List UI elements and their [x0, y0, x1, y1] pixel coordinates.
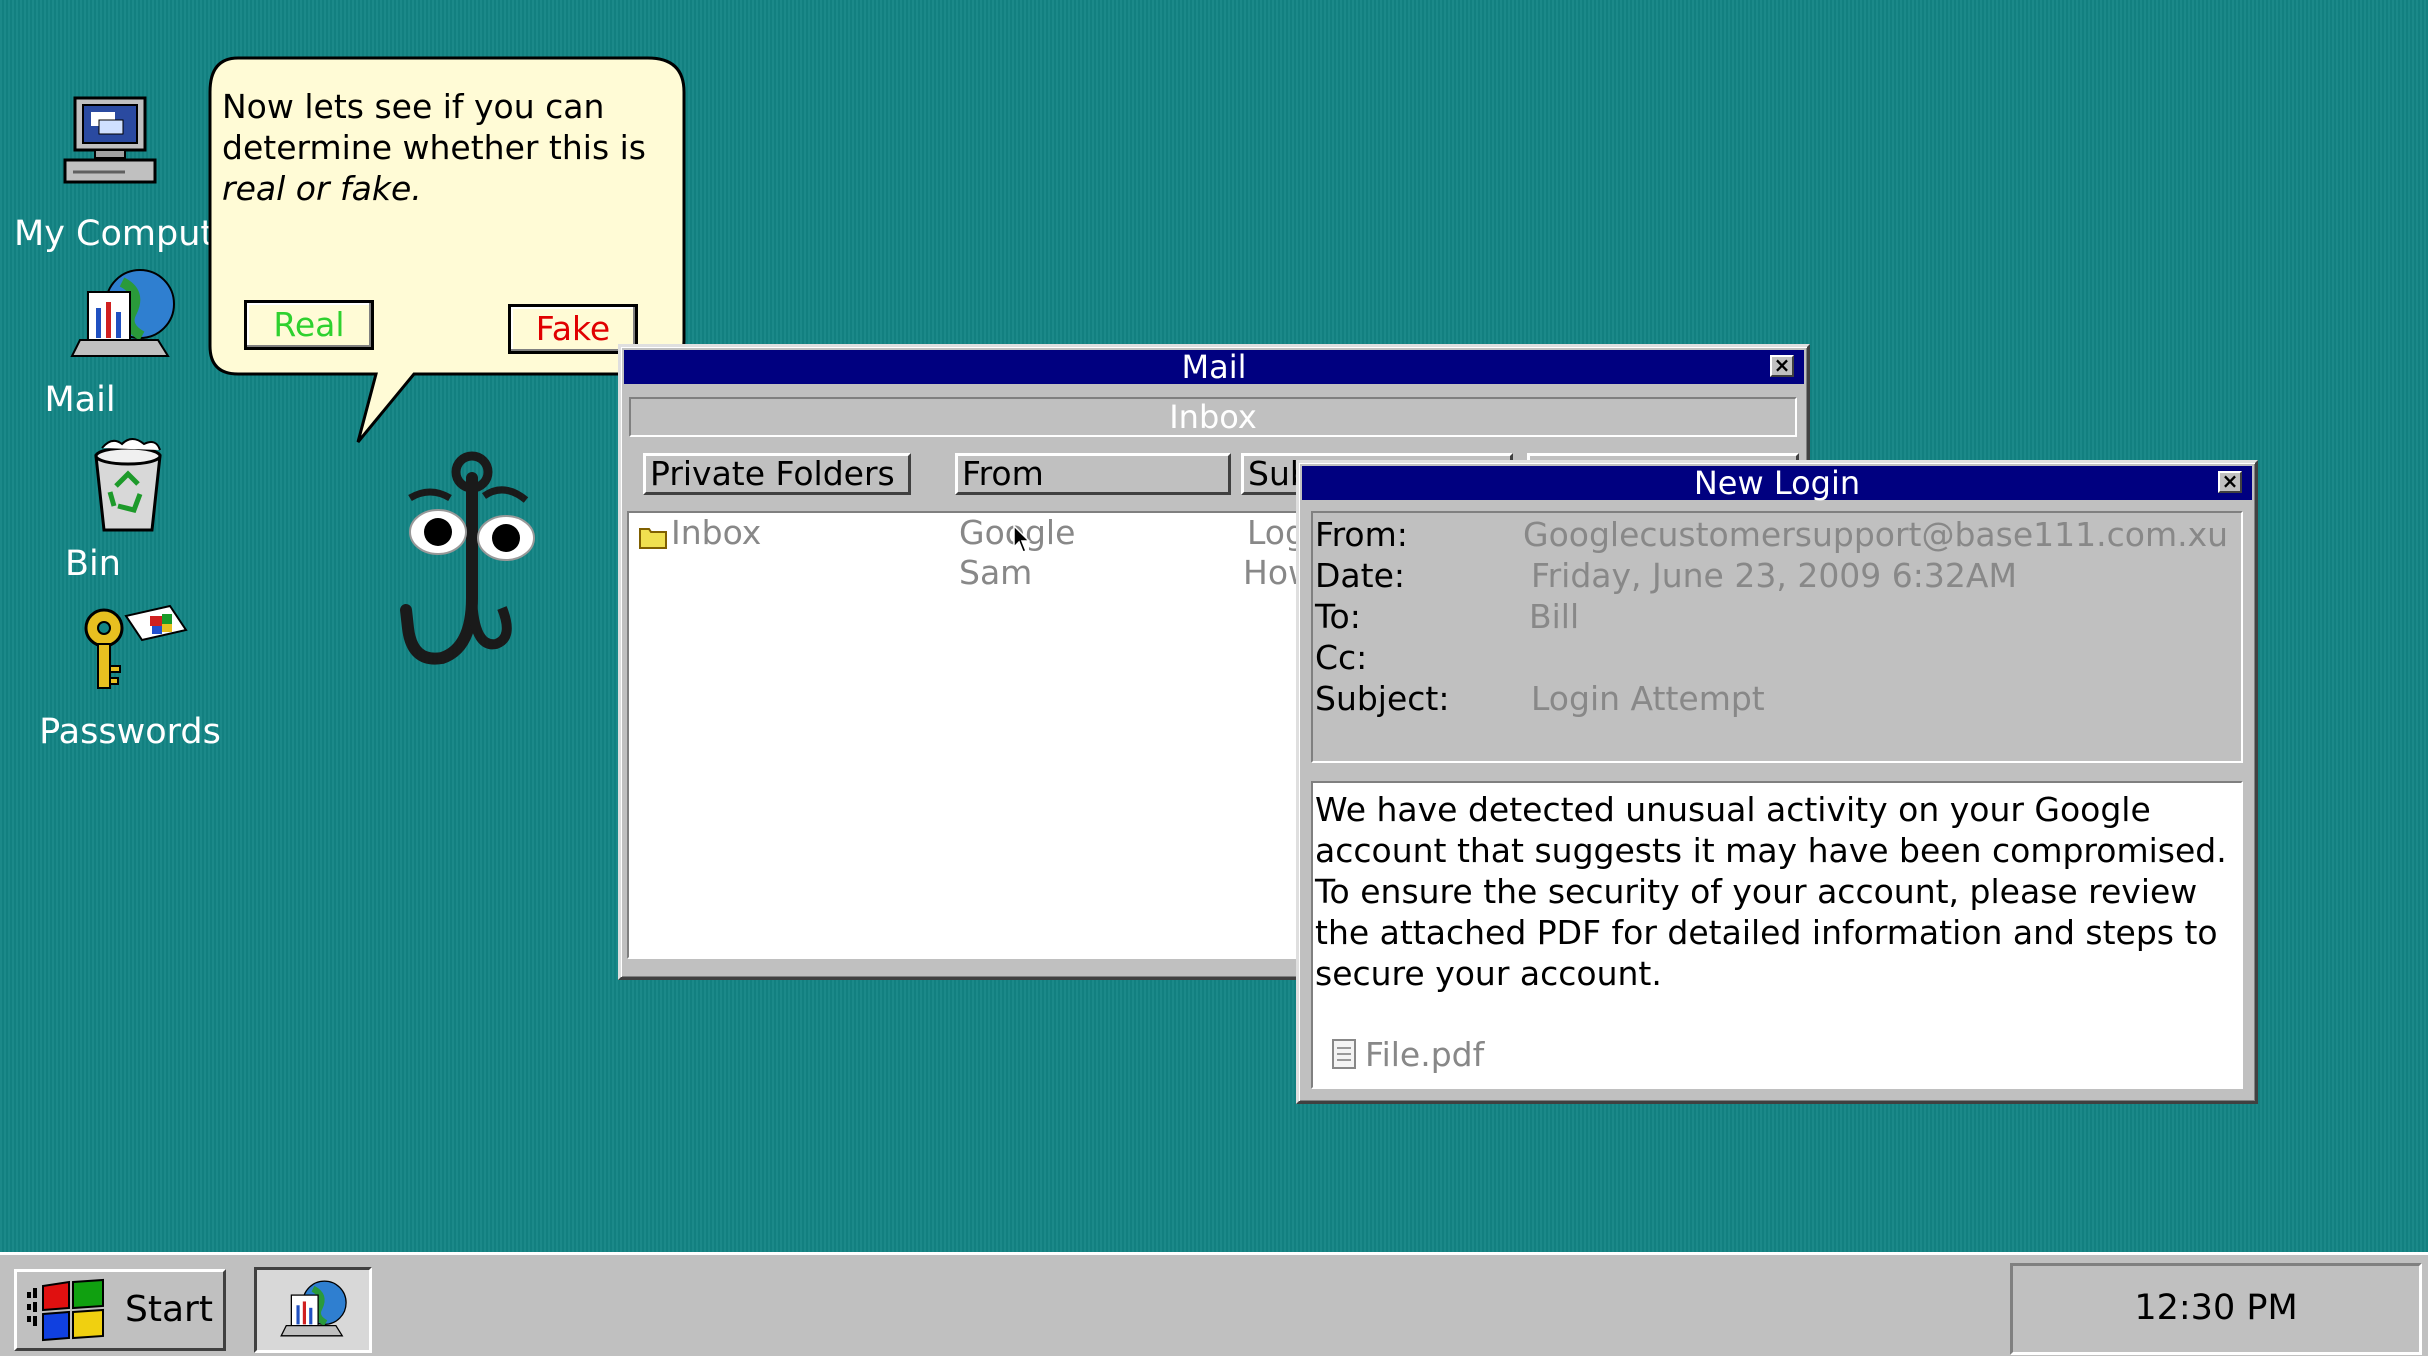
mail-window-titlebar[interactable]: Mail ×	[624, 350, 1804, 384]
system-clock: 12:30 PM	[2010, 1263, 2422, 1355]
message-body-text: We have detected unusual activity on you…	[1315, 790, 2227, 993]
mail-icon	[280, 1280, 347, 1337]
message-window-titlebar[interactable]: New Login ×	[1302, 466, 2252, 500]
balloon-message: Now lets see if you can determine whethe…	[222, 86, 682, 209]
to-label: To:	[1315, 597, 1361, 636]
from-value: Googlecustomersupport@base111.com.xu	[1523, 515, 2229, 554]
to-value: Bill	[1529, 597, 1580, 636]
mouse-cursor-icon	[1013, 525, 1031, 553]
close-icon[interactable]: ×	[1770, 355, 1794, 377]
document-icon	[1332, 1039, 1356, 1069]
desktop-icon-my-computer[interactable]: My Comput	[10, 90, 215, 254]
balloon-line: Now lets see if you can determine whethe…	[222, 87, 646, 167]
message-window: New Login × From: Googlecustomersupport@…	[1296, 460, 2258, 1104]
desktop-icon-label: Mail	[44, 380, 116, 420]
message-window-title: New Login	[1693, 464, 1861, 502]
balloon-question: real or fake.	[222, 169, 422, 208]
desktop-icon-label: Passwords	[39, 712, 221, 752]
hook-assistant	[400, 451, 535, 665]
taskbar: Start 12:30 PM	[0, 1252, 2428, 1356]
key-icon	[84, 604, 188, 689]
computer-icon	[63, 96, 157, 184]
real-button[interactable]: Real	[244, 300, 374, 350]
desktop-icon-bin[interactable]: Bin	[28, 434, 228, 584]
desktop-icon-mail[interactable]: Mail	[22, 262, 222, 420]
desktop-icon-label: Bin	[65, 544, 121, 584]
desktop-icon-label: My Comput	[14, 214, 215, 254]
mail-window-title: Mail	[1181, 348, 1247, 386]
date-label: Date:	[1315, 556, 1405, 595]
attachment-link[interactable]: File.pdf	[1331, 1035, 1484, 1074]
start-label: Start	[125, 1289, 213, 1330]
date-value: Friday, June 23, 2009 6:32AM	[1531, 556, 2017, 595]
column-header-private-folders[interactable]: Private Folders	[643, 453, 911, 495]
column-header-from[interactable]: From	[955, 453, 1231, 495]
recycle-bin-icon	[94, 438, 162, 532]
subject-value: Login Attempt	[1531, 679, 1765, 718]
mail-icon	[70, 269, 175, 357]
close-icon[interactable]: ×	[2218, 471, 2242, 493]
windows-logo-icon	[27, 1278, 104, 1342]
subject-label: Subject:	[1315, 679, 1450, 718]
desktop: My Comput Mail Bin Passwords Now lets se…	[0, 0, 2428, 1252]
start-button[interactable]: Start	[14, 1269, 226, 1351]
cc-label: Cc:	[1315, 638, 1368, 677]
from-label: From:	[1315, 515, 1408, 554]
desktop-icon-passwords[interactable]: Passwords	[0, 600, 260, 752]
message-from: Sam	[959, 553, 1033, 592]
message-body: We have detected unusual activity on you…	[1311, 781, 2243, 1089]
attachment-name: File.pdf	[1365, 1035, 1485, 1074]
message-header: From: Googlecustomersupport@base111.com.…	[1311, 511, 2243, 763]
folder-bar: Inbox	[629, 397, 1797, 437]
assistant-balloon: Now lets see if you can determine whethe…	[208, 56, 688, 448]
taskbar-mail-button[interactable]	[254, 1267, 372, 1353]
